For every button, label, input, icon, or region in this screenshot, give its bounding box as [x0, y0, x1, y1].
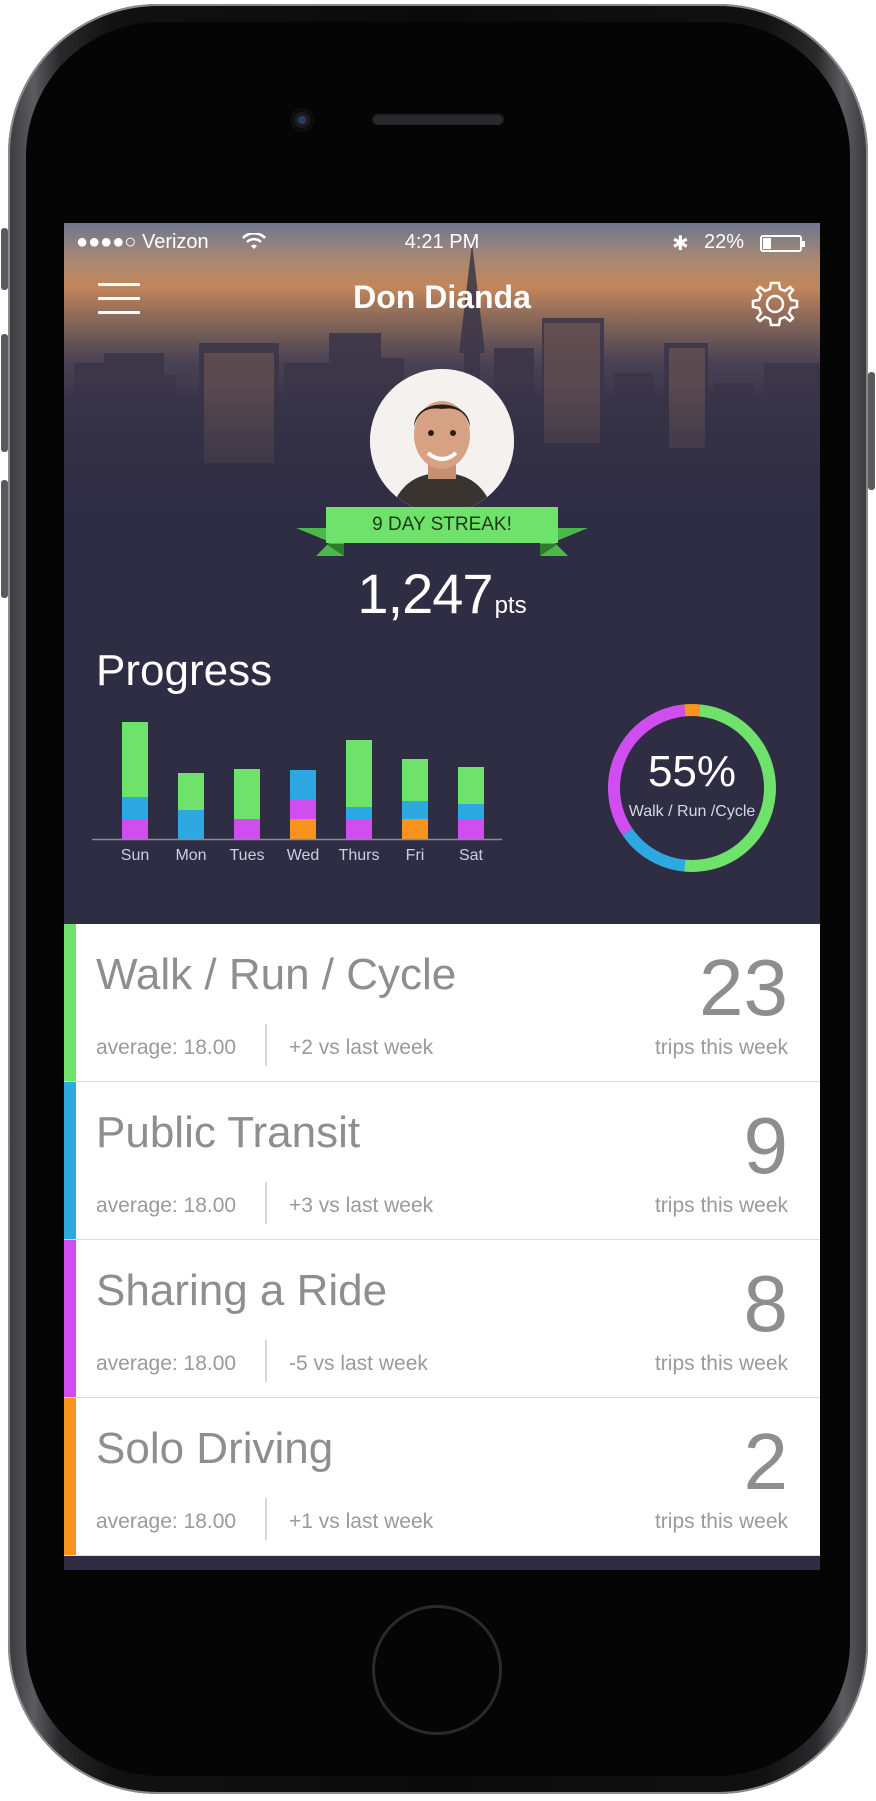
category-title: Sharing a Ride	[96, 1266, 388, 1315]
category-title: Solo Driving	[96, 1424, 334, 1473]
bar-segment	[178, 810, 204, 839]
bar-segment	[290, 770, 316, 799]
bar-segment	[234, 769, 260, 819]
earpiece-speaker	[372, 113, 504, 125]
trip-count-label: trips this week	[654, 1194, 788, 1217]
battery-percent: 22%	[704, 231, 745, 253]
divider	[265, 1340, 267, 1382]
gear-icon[interactable]	[750, 279, 800, 329]
home-button[interactable]	[372, 1605, 502, 1735]
bar-segment	[458, 804, 484, 819]
trip-row[interactable]: Sharing a Ride average: 18.00 -5 vs last w…	[64, 1240, 820, 1398]
volume-up-button	[1, 334, 8, 452]
bar-segment	[458, 767, 484, 804]
day-tick-label: Fri	[406, 847, 425, 863]
day-tick-label: Wed	[287, 847, 320, 863]
weekly-delta: +2 vs last week	[289, 1036, 434, 1059]
bar-segment	[346, 807, 372, 819]
streak-label: 9 DAY STREAK!	[372, 514, 512, 535]
bar-segment	[402, 759, 428, 801]
category-color-stripe	[64, 1398, 76, 1555]
divider	[265, 1182, 267, 1224]
average-value: average: 18.00	[96, 1194, 237, 1217]
trip-count: 9	[743, 1101, 789, 1190]
category-title: Walk / Run / Cycle	[96, 950, 457, 999]
bar-segment	[122, 722, 148, 797]
bar-segment	[402, 819, 428, 839]
bar-segment	[122, 797, 148, 819]
weekly-delta: +1 vs last week	[289, 1510, 434, 1533]
donut-label: Walk / Run /Cycle	[629, 803, 756, 820]
bar-segment	[458, 819, 484, 839]
bluetooth-icon: ✱	[672, 233, 689, 255]
day-tick-label: Sat	[459, 847, 484, 863]
divider	[265, 1498, 267, 1540]
day-tick-label: Mon	[175, 847, 206, 863]
donut-slice	[622, 828, 686, 872]
trip-row[interactable]: Walk / Run / Cycle average: 18.00 +2 vs la…	[64, 924, 820, 1082]
trip-count: 2	[743, 1417, 789, 1506]
day-tick-label: Tues	[230, 847, 265, 863]
profile-photo	[370, 369, 514, 513]
day-tick-label: Thurs	[339, 847, 380, 863]
trip-count-label: trips this week	[654, 1510, 788, 1533]
app-screen: ●●●●○ Verizon 4:21 PM ✱ 22% Don Dianda 9…	[64, 223, 820, 1570]
points-value: 1,247	[357, 562, 493, 625]
bar-segment	[346, 740, 372, 807]
average-value: average: 18.00	[96, 1510, 237, 1533]
average-value: average: 18.00	[96, 1352, 237, 1375]
points-display: 1,247pts	[64, 561, 820, 626]
front-camera	[290, 108, 314, 132]
mute-switch	[1, 228, 8, 290]
category-title: Public Transit	[96, 1108, 361, 1157]
battery-icon	[760, 235, 805, 252]
trip-row[interactable]: Public Transit average: 18.00 +3 vs last w…	[64, 1082, 820, 1240]
trip-count: 23	[699, 943, 788, 1032]
trip-count-label: trips this week	[654, 1036, 788, 1059]
divider	[265, 1024, 267, 1066]
user-name: Don Dianda	[353, 279, 531, 315]
donut-value: 55%	[648, 747, 736, 796]
status-bar: ●●●●○ Verizon 4:21 PM ✱ 22%	[64, 223, 820, 263]
mode-share-donut-chart: 55% Walk / Run /Cycle	[608, 704, 776, 872]
power-button	[868, 372, 875, 490]
bar-segment	[234, 819, 260, 839]
bar-segment	[178, 773, 204, 810]
bar-segment	[346, 819, 372, 839]
average-value: average: 18.00	[96, 1036, 237, 1059]
progress-title: Progress	[96, 646, 273, 695]
trip-count-label: trips this week	[654, 1352, 788, 1375]
category-color-stripe	[64, 1240, 76, 1397]
trip-count: 8	[743, 1259, 789, 1348]
volume-down-button	[1, 480, 8, 598]
trip-row[interactable]: Solo Driving average: 18.00 +1 vs last wee…	[64, 1398, 820, 1556]
trip-summary-list: Walk / Run / Cycle average: 18.00 +2 vs la…	[64, 924, 820, 1556]
day-tick-label: Sun	[121, 847, 149, 863]
bar-segment	[290, 819, 316, 839]
bar-segment	[290, 799, 316, 819]
category-color-stripe	[64, 1082, 76, 1239]
category-color-stripe	[64, 924, 76, 1081]
weekly-delta: -5 vs last week	[289, 1352, 428, 1375]
weekly-delta: +3 vs last week	[289, 1194, 434, 1217]
weekly-stacked-bar-chart: Sun Mon Tues Wed Thurs Fri Sat	[92, 722, 502, 863]
avatar[interactable]	[370, 369, 514, 513]
bar-segment	[402, 801, 428, 819]
points-unit: pts	[494, 592, 527, 619]
bar-segment	[122, 819, 148, 839]
